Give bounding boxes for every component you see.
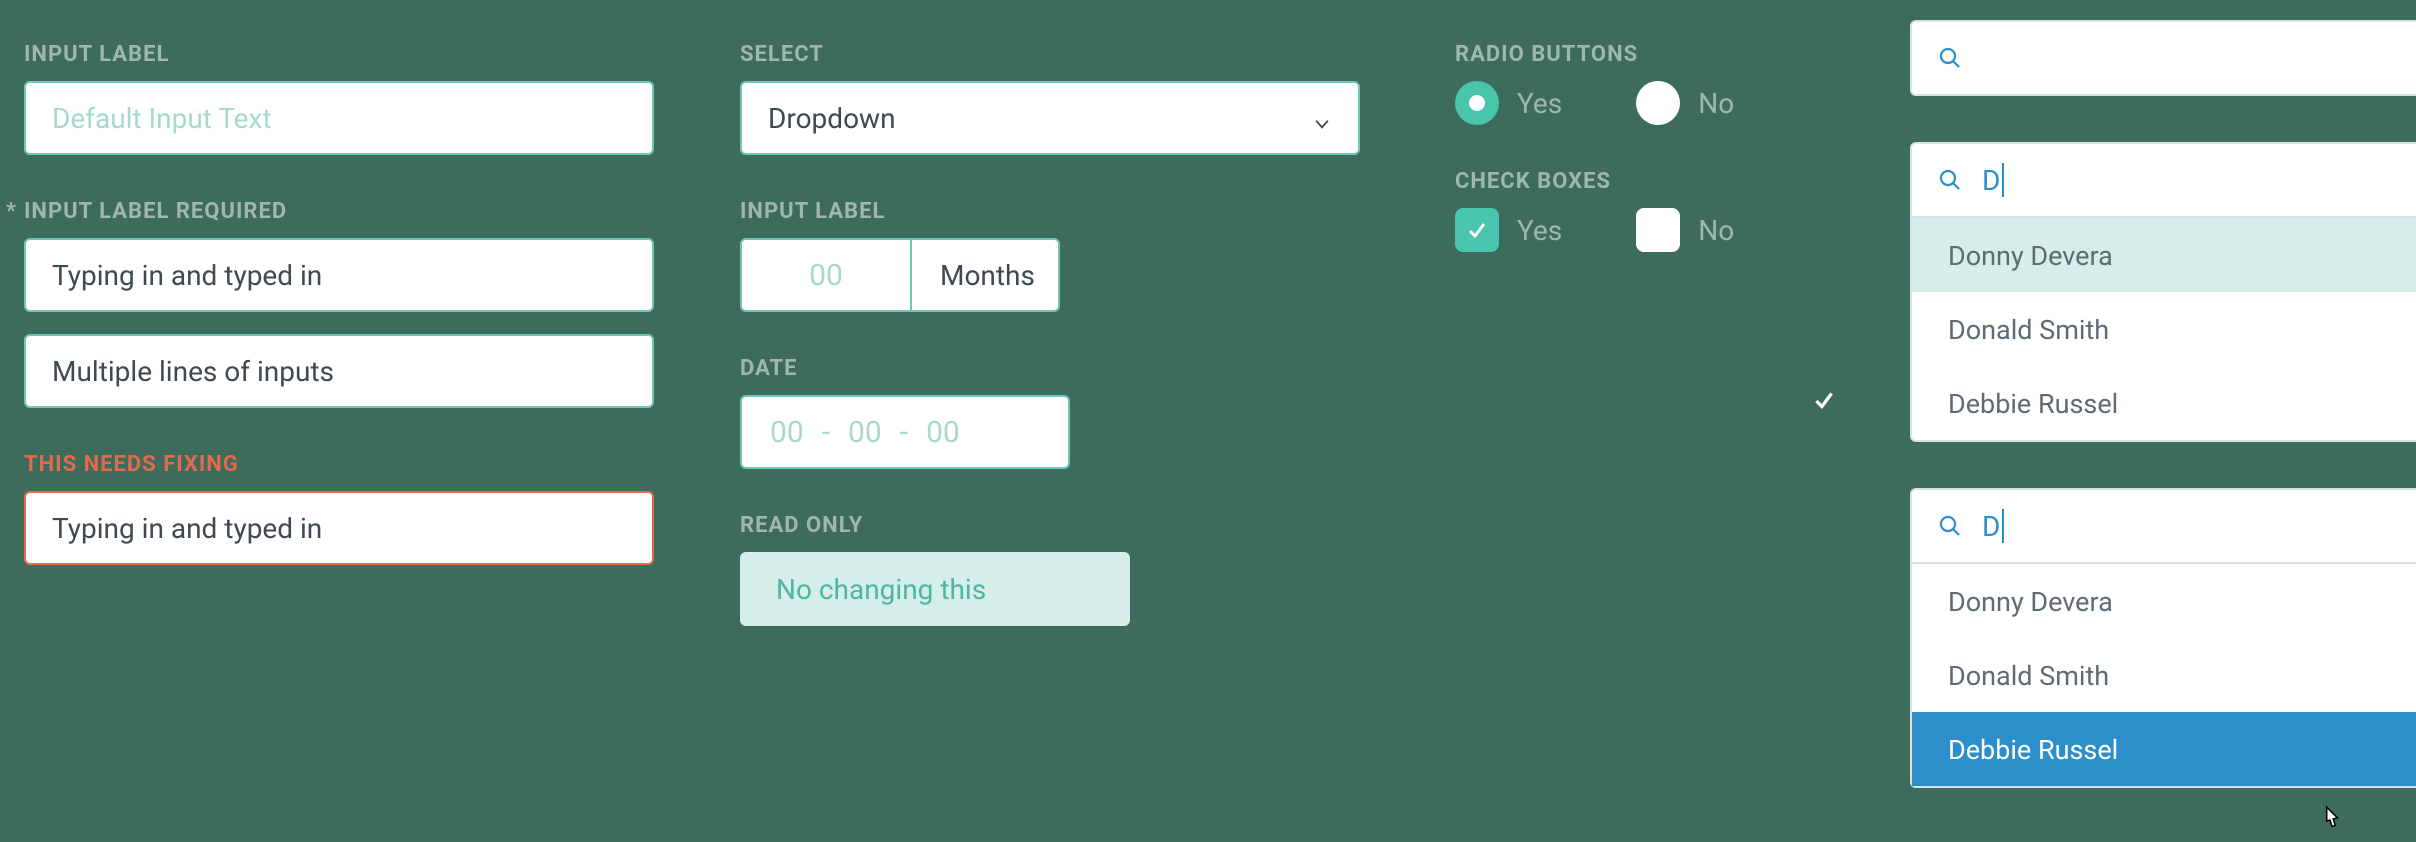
radio-yes[interactable]: Yes — [1455, 81, 1562, 125]
radio-yes-label: Yes — [1517, 87, 1562, 120]
checkbox-no-label: No — [1698, 214, 1734, 247]
radio-dot-icon — [1636, 81, 1680, 125]
default-text-input[interactable]: Default Input Text — [24, 81, 654, 155]
dropdown[interactable]: Dropdown — [740, 81, 1360, 155]
checkbox-label: CHECK BOXES — [1455, 169, 1855, 194]
input-label: INPUT LABEL — [24, 42, 654, 67]
date-label: DATE — [740, 356, 1360, 381]
date-input[interactable]: 00 - 00 - 00 — [740, 395, 1070, 469]
radio-dot-icon — [1455, 81, 1499, 125]
input-label-error: THIS NEEDS FIXING — [24, 452, 654, 477]
text-cursor-icon — [2002, 163, 2004, 197]
search-box-empty[interactable] — [1910, 20, 2416, 96]
text-cursor-icon — [2002, 509, 2004, 543]
checkbox-yes-label: Yes — [1517, 214, 1562, 247]
readonly-label: READ ONLY — [740, 513, 1360, 538]
readonly-field: No changing this — [740, 552, 1130, 626]
date-month: 00 — [848, 415, 882, 450]
search-box-results-blue[interactable]: D Donny Devera Donald Smith Debbie Russe… — [1910, 488, 2416, 788]
search-option[interactable]: Donny Devera — [1912, 218, 2416, 292]
search-icon — [1938, 46, 1962, 70]
search-query: D — [1982, 163, 2004, 197]
radio-no-label: No — [1698, 87, 1734, 120]
select-label: SELECT — [740, 42, 1360, 67]
search-box-results-teal[interactable]: D Donny Devera Donald Smith Debbie Russe… — [1910, 142, 2416, 442]
date-day: 00 — [770, 415, 804, 450]
date-year: 00 — [926, 415, 960, 450]
months-suffix: Months — [912, 240, 1058, 310]
dropdown-value: Dropdown — [768, 102, 896, 135]
checkbox-no[interactable]: No — [1636, 208, 1734, 252]
chevron-down-icon — [1312, 108, 1332, 128]
checkbox-box-icon — [1455, 208, 1499, 252]
radio-no[interactable]: No — [1636, 81, 1734, 125]
months-number-placeholder: 00 — [742, 240, 912, 310]
search-option[interactable]: Donald Smith — [1912, 638, 2416, 712]
multiline-input-line-1[interactable]: Typing in and typed in — [24, 238, 654, 312]
search-icon — [1938, 514, 1962, 538]
dash-icon: - — [900, 415, 908, 450]
months-input[interactable]: 00 Months — [740, 238, 1060, 312]
input-label-required: INPUT LABEL REQUIRED — [24, 199, 654, 224]
search-option[interactable]: Donny Devera — [1912, 564, 2416, 638]
error-input[interactable]: Typing in and typed in — [24, 491, 654, 565]
search-option[interactable]: Debbie Russel — [1912, 366, 2416, 440]
search-option[interactable]: Debbie Russel — [1912, 712, 2416, 786]
number-input-label: INPUT LABEL — [740, 199, 1360, 224]
checkbox-box-icon — [1636, 208, 1680, 252]
radio-label: RADIO BUTTONS — [1455, 42, 1855, 67]
pointer-cursor-icon — [2318, 805, 2344, 835]
search-option[interactable]: Donald Smith — [1912, 292, 2416, 366]
checkbox-yes[interactable]: Yes — [1455, 208, 1562, 252]
search-icon — [1938, 168, 1962, 192]
search-query: D — [1982, 509, 2004, 543]
dash-icon: - — [822, 415, 830, 450]
check-icon — [1811, 387, 1837, 417]
multiline-input-line-2[interactable]: Multiple lines of inputs — [24, 334, 654, 408]
